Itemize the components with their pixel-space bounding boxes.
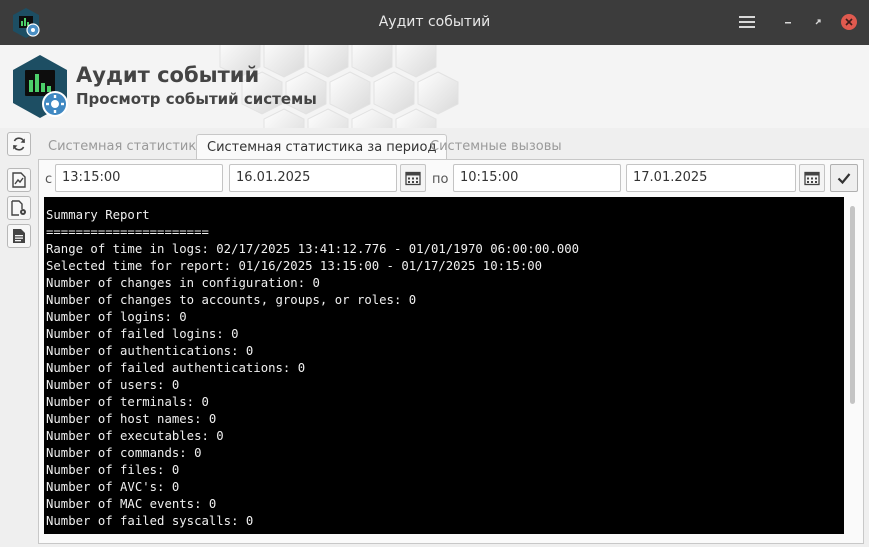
to-label: по (432, 172, 449, 187)
minimize-button[interactable] (777, 11, 799, 33)
to-date-input[interactable]: 17.01.2025 (626, 164, 796, 192)
calendar-icon (405, 171, 421, 186)
to-time-input[interactable]: 10:15:00 (453, 164, 621, 192)
tab-system-statistics[interactable]: Системная статистика (38, 134, 214, 160)
minimize-icon (785, 22, 791, 24)
report-line: Number of users: 0 (46, 378, 180, 392)
report-line: Selected time for report: 01/16/2025 13:… (46, 259, 543, 273)
report-line: Number of files: 0 (46, 463, 180, 477)
report-line: Number of executables: 0 (46, 429, 224, 443)
report-document-icon (12, 172, 26, 188)
from-time-input[interactable]: 13:15:00 (55, 164, 223, 192)
from-label: с (45, 172, 53, 187)
checkmark-icon (837, 173, 851, 185)
report-output[interactable]: Summary Report ====================== Rang… (44, 197, 844, 534)
period-statistics-panel: с 13:15:00 16.01.2025 по 10:15:00 17.01.… (38, 159, 864, 544)
report-line: Number of failed syscalls: 0 (46, 514, 254, 528)
report-line: Number of failed authentications: 0 (46, 361, 306, 375)
close-button[interactable] (838, 11, 860, 33)
report-line: Number of changes in configuration: 0 (46, 276, 320, 290)
report-line: Number of commands: 0 (46, 446, 202, 460)
tab-system-calls[interactable]: Системные вызовы (420, 134, 572, 160)
report-line: Summary Report (46, 208, 150, 222)
refresh-icon (13, 137, 25, 151)
document-settings-button[interactable] (7, 196, 31, 220)
app-header-banner: Аудит событий Просмотр событий системы (0, 45, 869, 128)
refresh-button[interactable] (7, 132, 31, 156)
from-date-input[interactable]: 16.01.2025 (229, 164, 397, 192)
header-subtitle: Просмотр событий системы (76, 90, 317, 108)
from-calendar-button[interactable] (400, 164, 426, 192)
report-line: Number of AVC's: 0 (46, 480, 180, 494)
report-line: Number of MAC events: 0 (46, 497, 217, 511)
main-content: Системная статистика Системная статистик… (0, 128, 869, 547)
maximize-icon (815, 19, 821, 25)
scrollbar-thumb[interactable] (850, 206, 855, 404)
calendar-icon (804, 171, 820, 186)
window-titlebar[interactable]: Аудит событий (0, 0, 869, 45)
maximize-button[interactable] (807, 11, 829, 33)
text-document-button[interactable] (7, 224, 31, 248)
report-line: ====================== (46, 225, 209, 239)
to-calendar-button[interactable] (799, 164, 825, 192)
tab-system-statistics-period[interactable]: Системная статистика за период (196, 134, 448, 160)
hamburger-icon (739, 16, 755, 28)
report-line: Number of authentications: 0 (46, 344, 254, 358)
report-line: Number of failed logins: 0 (46, 327, 239, 341)
report-scrollbar[interactable] (846, 197, 860, 534)
header-title: Аудит событий (76, 63, 260, 87)
hamburger-menu-button[interactable] (736, 11, 758, 33)
report-button[interactable] (7, 168, 31, 192)
close-icon (845, 18, 853, 26)
apply-button[interactable] (830, 164, 858, 192)
report-line: Number of host names: 0 (46, 412, 217, 426)
document-gear-icon (11, 200, 26, 216)
report-line: Number of changes to accounts, groups, o… (46, 293, 417, 307)
report-line: Number of logins: 0 (46, 310, 187, 324)
report-line: Number of terminals: 0 (46, 395, 209, 409)
report-line: Range of time in logs: 02/17/2025 13:41:… (46, 242, 580, 256)
audit-logo-icon (13, 55, 68, 118)
text-document-icon (13, 229, 25, 243)
